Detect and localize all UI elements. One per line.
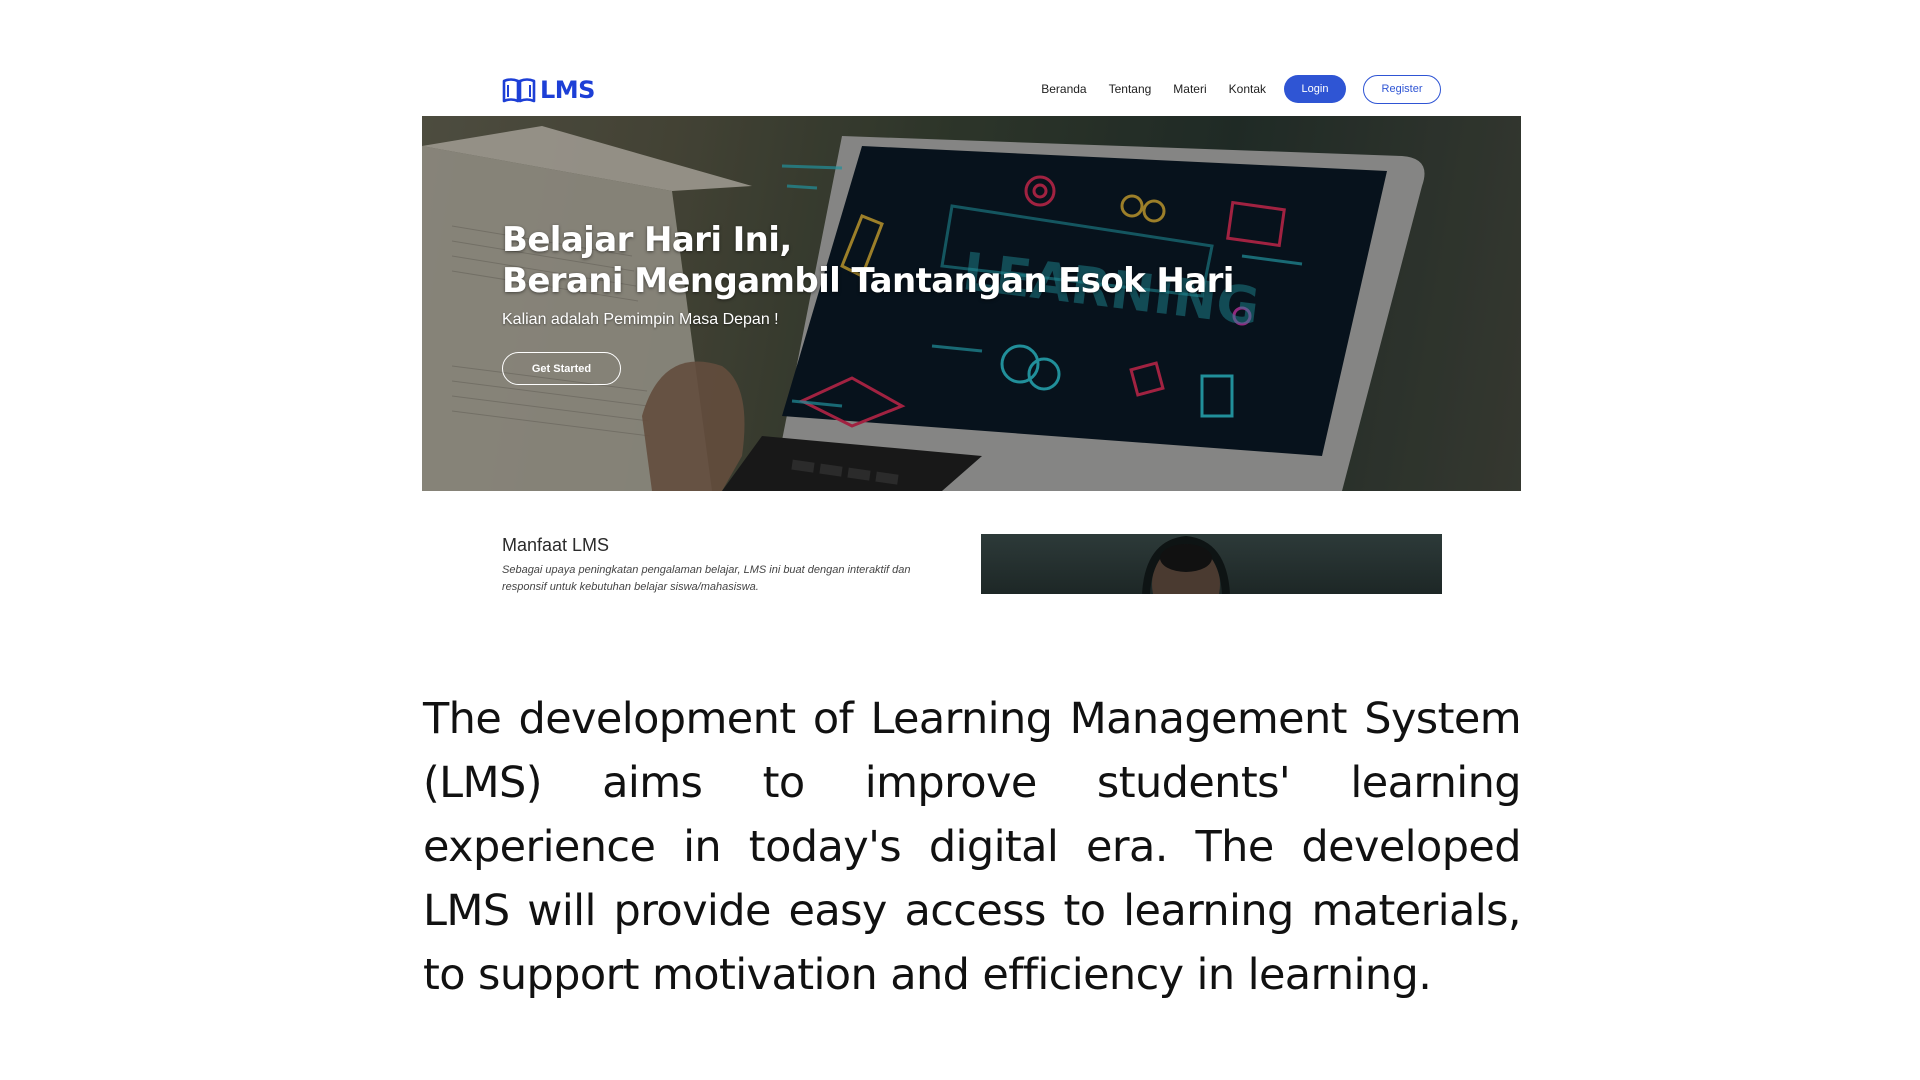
nav-link-tentang[interactable]: Tentang [1109, 82, 1152, 96]
logo-text: LMS [540, 76, 595, 104]
login-button[interactable]: Login [1284, 75, 1346, 103]
get-started-button[interactable]: Get Started [502, 352, 621, 385]
nav-link-beranda[interactable]: Beranda [1041, 82, 1086, 96]
nav-link-materi[interactable]: Materi [1173, 82, 1206, 96]
benefit-section: Manfaat LMS Sebagai upaya peningkatan pe… [502, 535, 952, 596]
hero-banner: LEARNING Belajar Hari Ini, Berani Mengam… [422, 116, 1521, 491]
hero-title-line1: Belajar Hari Ini, [502, 220, 792, 260]
lms-website-screenshot: LMS Beranda Tentang Materi Kontak Login … [422, 66, 1521, 602]
hero-title-line2: Berani Mengambil Tantangan Esok Hari [502, 261, 1234, 301]
hero-title: Belajar Hari Ini, Berani Mengambil Tanta… [502, 220, 1234, 302]
hero-text-block: Belajar Hari Ini, Berani Mengambil Tanta… [502, 220, 1234, 329]
description-paragraph: The development of Learning Management S… [423, 694, 1522, 1000]
nav-links: Beranda Tentang Materi Kontak Login Regi… [1041, 74, 1441, 104]
register-button[interactable]: Register [1363, 74, 1441, 104]
logo[interactable]: LMS [502, 74, 595, 106]
student-headphones-image [1142, 535, 1230, 594]
navbar: LMS Beranda Tentang Materi Kontak Login … [422, 66, 1521, 116]
open-book-icon [502, 78, 536, 103]
benefit-title: Manfaat LMS [502, 535, 610, 555]
benefit-image [981, 534, 1442, 594]
nav-link-kontak[interactable]: Kontak [1229, 82, 1266, 96]
hero-subtitle: Kalian adalah Pemimpin Masa Depan ! [502, 311, 779, 328]
benefit-description: Sebagai upaya peningkatan pengalaman bel… [502, 564, 911, 593]
